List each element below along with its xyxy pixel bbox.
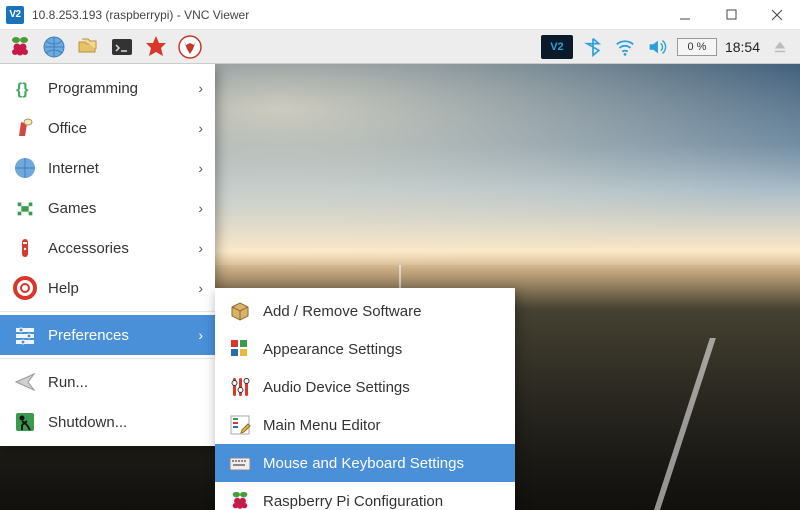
volume-tray-icon[interactable]	[645, 35, 669, 59]
shutdown-icon	[12, 409, 38, 435]
bluetooth-icon	[583, 37, 603, 57]
wolfram-launcher[interactable]	[176, 33, 204, 61]
appearance-icon	[227, 336, 253, 362]
svg-text:{}: {}	[16, 81, 28, 98]
submenu-main-menu-editor[interactable]: Main Menu Editor	[215, 406, 515, 444]
bluetooth-tray-icon[interactable]	[581, 35, 605, 59]
menu-item-label: Office	[48, 120, 87, 137]
raspberry-icon	[8, 35, 32, 59]
menu-separator	[0, 311, 215, 312]
menu-item-label: Help	[48, 280, 79, 297]
submenu-item-label: Mouse and Keyboard Settings	[263, 455, 464, 472]
menu-help[interactable]: Help ›	[0, 268, 215, 308]
chevron-right-icon: ›	[198, 327, 203, 343]
internet-icon	[12, 155, 38, 181]
eject-icon	[771, 38, 789, 56]
chevron-right-icon: ›	[198, 280, 203, 296]
games-icon	[12, 195, 38, 221]
menu-item-label: Internet	[48, 160, 99, 177]
menu-item-label: Games	[48, 200, 96, 217]
submenu-mouse-keyboard-settings[interactable]: Mouse and Keyboard Settings	[215, 444, 515, 482]
maximize-button[interactable]	[708, 0, 754, 30]
panel-clock[interactable]: 18:54	[725, 39, 760, 55]
menu-item-label: Run...	[48, 374, 88, 391]
preferences-icon	[12, 322, 38, 348]
menu-games[interactable]: Games ›	[0, 188, 215, 228]
submenu-raspberry-pi-configuration[interactable]: Raspberry Pi Configuration	[215, 482, 515, 510]
mathematica-launcher[interactable]	[142, 33, 170, 61]
speaker-icon	[646, 36, 668, 58]
submenu-item-label: Add / Remove Software	[263, 303, 421, 320]
submenu-item-label: Appearance Settings	[263, 341, 402, 358]
web-browser-launcher[interactable]	[40, 33, 68, 61]
menu-shutdown[interactable]: Shutdown...	[0, 402, 215, 442]
menu-programming[interactable]: {} Programming ›	[0, 68, 215, 108]
globe-icon	[42, 35, 66, 59]
desktop-panel: V2 0 % 18:54	[0, 30, 800, 64]
submenu-add-remove-software[interactable]: Add / Remove Software	[215, 292, 515, 330]
accessories-icon	[12, 235, 38, 261]
menu-item-label: Programming	[48, 80, 138, 97]
menu-run[interactable]: Run...	[0, 362, 215, 402]
submenu-appearance-settings[interactable]: Appearance Settings	[215, 330, 515, 368]
chevron-right-icon: ›	[198, 240, 203, 256]
package-icon	[227, 298, 253, 324]
menu-item-label: Preferences	[48, 327, 129, 344]
wifi-tray-icon[interactable]	[613, 35, 637, 59]
start-menu: {} Programming › Office › Internet › Gam…	[0, 64, 215, 446]
terminal-icon	[110, 35, 134, 59]
menu-preferences[interactable]: Preferences ›	[0, 315, 215, 355]
raspberry-icon	[227, 488, 253, 510]
keyboard-icon	[227, 450, 253, 476]
wolf-icon	[178, 35, 202, 59]
window-titlebar: V2 10.8.253.193 (raspberrypi) - VNC View…	[0, 0, 800, 30]
spikey-icon	[144, 35, 168, 59]
folders-icon	[76, 35, 100, 59]
menu-item-label: Accessories	[48, 240, 129, 257]
office-icon	[12, 115, 38, 141]
chevron-right-icon: ›	[198, 120, 203, 136]
minimize-button[interactable]	[662, 0, 708, 30]
maximize-icon	[726, 9, 737, 20]
menu-office[interactable]: Office ›	[0, 108, 215, 148]
menu-editor-icon	[227, 412, 253, 438]
run-icon	[12, 369, 38, 395]
close-button[interactable]	[754, 0, 800, 30]
submenu-item-label: Main Menu Editor	[263, 417, 381, 434]
submenu-item-label: Audio Device Settings	[263, 379, 410, 396]
minimize-icon	[679, 9, 691, 21]
vnc-tray-icon[interactable]: V2	[541, 35, 573, 59]
preferences-submenu: Add / Remove Software Appearance Setting…	[215, 288, 515, 510]
programming-icon: {}	[12, 75, 38, 101]
close-icon	[771, 9, 783, 21]
window-controls	[662, 0, 800, 30]
cpu-usage-indicator[interactable]: 0 %	[677, 38, 717, 56]
desktop-area[interactable]: {} Programming › Office › Internet › Gam…	[0, 64, 800, 510]
eject-tray-icon[interactable]	[768, 35, 792, 59]
file-manager-launcher[interactable]	[74, 33, 102, 61]
audio-sliders-icon	[227, 374, 253, 400]
chevron-right-icon: ›	[198, 80, 203, 96]
vnc-window: V2 10.8.253.193 (raspberrypi) - VNC View…	[0, 0, 800, 510]
chevron-right-icon: ›	[198, 200, 203, 216]
submenu-item-label: Raspberry Pi Configuration	[263, 493, 443, 510]
panel-launchers	[6, 33, 204, 61]
menu-accessories[interactable]: Accessories ›	[0, 228, 215, 268]
panel-tray: V2 0 % 18:54	[541, 35, 800, 59]
menu-internet[interactable]: Internet ›	[0, 148, 215, 188]
help-icon	[12, 275, 38, 301]
submenu-audio-device-settings[interactable]: Audio Device Settings	[215, 368, 515, 406]
chevron-right-icon: ›	[198, 160, 203, 176]
terminal-launcher[interactable]	[108, 33, 136, 61]
raspberry-menu-button[interactable]	[6, 33, 34, 61]
vnc-logo-icon: V2	[6, 6, 24, 24]
menu-separator	[0, 358, 215, 359]
menu-item-label: Shutdown...	[48, 414, 127, 431]
window-title: 10.8.253.193 (raspberrypi) - VNC Viewer	[32, 8, 662, 22]
wifi-icon	[614, 36, 636, 58]
